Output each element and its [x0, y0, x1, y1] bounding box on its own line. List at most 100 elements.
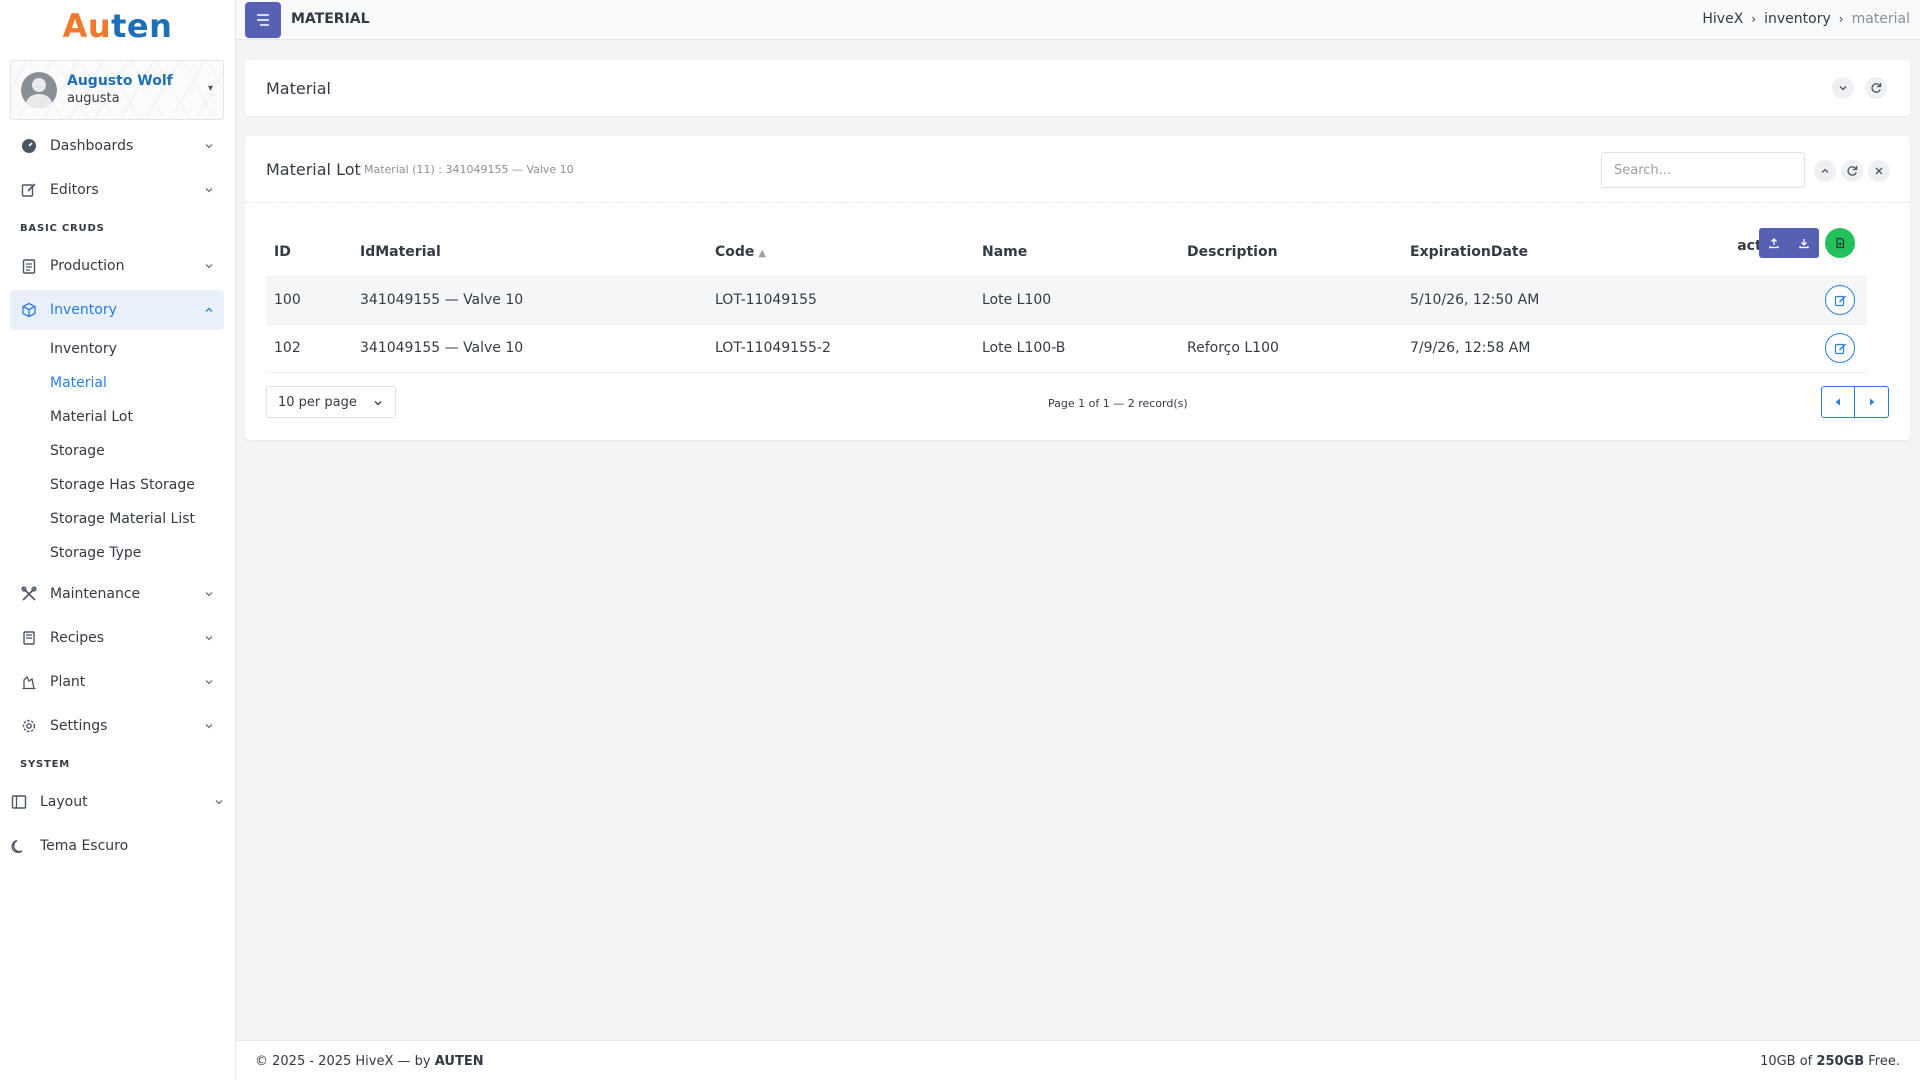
submenu-item-storage-type[interactable]: Storage Type [10, 536, 224, 570]
next-page-button[interactable] [1855, 386, 1889, 418]
material-card: Material [245, 60, 1910, 116]
breadcrumb-item-inventory[interactable]: inventory [1764, 11, 1831, 27]
breadcrumb-item-hivex[interactable]: HiveX [1702, 11, 1743, 27]
per-page-select[interactable]: 10 per page [266, 386, 396, 418]
material-lot-card: Material Lot Material (11) : 341049155 —… [245, 136, 1910, 440]
auten-logo[interactable]: Au ten [0, 0, 235, 52]
add-record-button[interactable] [1825, 228, 1855, 258]
chevron-down-icon [204, 139, 214, 155]
edit-icon [1834, 295, 1846, 306]
refresh-icon [1847, 166, 1858, 176]
edit-row-button[interactable] [1825, 333, 1855, 363]
caret-down-icon[interactable]: ▾ [208, 83, 213, 94]
refresh-button[interactable] [1841, 160, 1863, 182]
download-icon [1799, 239, 1809, 249]
cell-code: LOT-11049155-2 [707, 324, 974, 373]
column-header-name[interactable]: Name [974, 228, 1179, 277]
chevron-down-icon [204, 183, 214, 199]
sidebar-item-label: Layout [40, 794, 88, 810]
refresh-icon [1871, 83, 1882, 93]
chevron-down-icon [204, 631, 214, 647]
close-button[interactable] [1868, 160, 1890, 182]
cell-idmaterial: 341049155 — Valve 10 [352, 324, 707, 373]
sidebar-item-editors[interactable]: Editors [10, 170, 224, 210]
actions-toolbar [1759, 228, 1819, 258]
submenu-item-storage-material-list[interactable]: Storage Material List [10, 502, 224, 536]
edit-icon [20, 181, 38, 199]
column-header-description[interactable]: Description [1179, 228, 1402, 277]
topbar: MATERIAL HiveX › inventory › material [236, 0, 1920, 40]
column-header-idmaterial[interactable]: IdMaterial [352, 228, 707, 277]
sidebar-item-plant[interactable]: Plant [10, 662, 224, 702]
layout-icon [10, 793, 28, 811]
sidebar-item-production[interactable]: Production [10, 246, 224, 286]
submenu-item-material-lot[interactable]: Material Lot [10, 400, 224, 434]
section-label-system: SYSTEM [20, 759, 71, 770]
cell-expirationdate: 7/9/26, 12:58 AM [1402, 324, 1622, 373]
submenu-item-storage-has-storage[interactable]: Storage Has Storage [10, 468, 224, 502]
cell-name: Lote L100-B [974, 324, 1179, 373]
sidebar-item-inventory[interactable]: Inventory [10, 290, 224, 330]
column-header-code[interactable]: Code ▲ [707, 228, 974, 277]
cell-id: 100 [266, 276, 352, 325]
upload-button[interactable] [1759, 228, 1789, 258]
sidebar-item-dark-theme[interactable]: Tema Escuro [10, 826, 224, 866]
submenu-item-material[interactable]: Material [10, 366, 224, 400]
column-header-actions: act. [1622, 228, 1867, 277]
sidebar-item-maintenance[interactable]: Maintenance [10, 574, 224, 614]
search-input[interactable] [1601, 152, 1805, 188]
download-button[interactable] [1789, 228, 1819, 258]
sidebar-item-label: Plant [50, 674, 86, 690]
menu-toggle-button[interactable] [245, 2, 281, 38]
breadcrumb: HiveX › inventory › material [1702, 11, 1910, 27]
footer-brand[interactable]: AUTEN [435, 1054, 484, 1069]
cell-actions [1622, 276, 1867, 325]
sort-ascending-icon: ▲ [758, 248, 767, 259]
copyright-text: © 2025 - 2025 HiveX — by [255, 1054, 431, 1069]
column-header-id[interactable]: ID [266, 228, 352, 277]
chevron-down-icon [204, 259, 214, 275]
cell-expirationdate: 5/10/26, 12:50 AM [1402, 276, 1622, 325]
table-row[interactable]: 100 341049155 — Valve 10 LOT-11049155 Lo… [266, 276, 1867, 325]
clipboard-icon [20, 257, 38, 275]
cell-description [1179, 276, 1402, 325]
chevron-down-icon [204, 675, 214, 691]
column-header-expirationdate[interactable]: ExpirationDate [1402, 228, 1622, 277]
sidebar-item-label: Production [50, 258, 125, 274]
sidebar-item-label: Recipes [50, 630, 105, 646]
factory-icon [20, 673, 38, 691]
previous-page-button[interactable] [1821, 386, 1855, 418]
per-page-value: 10 per page [278, 394, 357, 410]
storage-used: 10GB of [1760, 1054, 1813, 1069]
chevron-down-icon [204, 719, 214, 735]
caret-right-icon [1869, 398, 1874, 406]
collapse-button[interactable] [1832, 77, 1854, 99]
section-label-basic-cruds: BASIC CRUDS [20, 223, 105, 234]
caret-left-icon [1835, 398, 1840, 406]
sidebar-item-recipes[interactable]: Recipes [10, 618, 224, 658]
sidebar-item-layout[interactable]: Layout [10, 782, 224, 822]
material-lot-subtitle: Material (11) : 341049155 — Valve 10 [364, 163, 574, 176]
chevron-down-icon [204, 587, 214, 603]
logo-part-au: Au [62, 7, 112, 45]
material-card-title: Material [266, 79, 331, 98]
cell-name: Lote L100 [974, 276, 1179, 325]
user-card[interactable]: Augusto Wolf augusta ▾ [10, 60, 224, 120]
user-login: augusta [67, 91, 120, 106]
sidebar-item-settings[interactable]: Settings [10, 706, 224, 746]
collapse-button[interactable] [1814, 160, 1836, 182]
chevron-down-icon [373, 397, 383, 412]
edit-row-button[interactable] [1825, 285, 1855, 315]
sidebar-item-dashboards[interactable]: Dashboards [10, 126, 224, 166]
footer: © 2025 - 2025 HiveX — by AUTEN 10GB of 2… [236, 1040, 1920, 1080]
inventory-submenu: Inventory Material Material Lot Storage … [10, 332, 224, 570]
gear-icon [20, 717, 38, 735]
chevron-up-icon [1821, 168, 1829, 173]
book-icon [20, 629, 38, 647]
cell-id: 102 [266, 324, 352, 373]
submenu-item-inventory[interactable]: Inventory [10, 332, 224, 366]
cell-idmaterial: 341049155 — Valve 10 [352, 276, 707, 325]
submenu-item-storage[interactable]: Storage [10, 434, 224, 468]
refresh-button[interactable] [1865, 77, 1887, 99]
table-row[interactable]: 102 341049155 — Valve 10 LOT-11049155-2 … [266, 324, 1867, 373]
